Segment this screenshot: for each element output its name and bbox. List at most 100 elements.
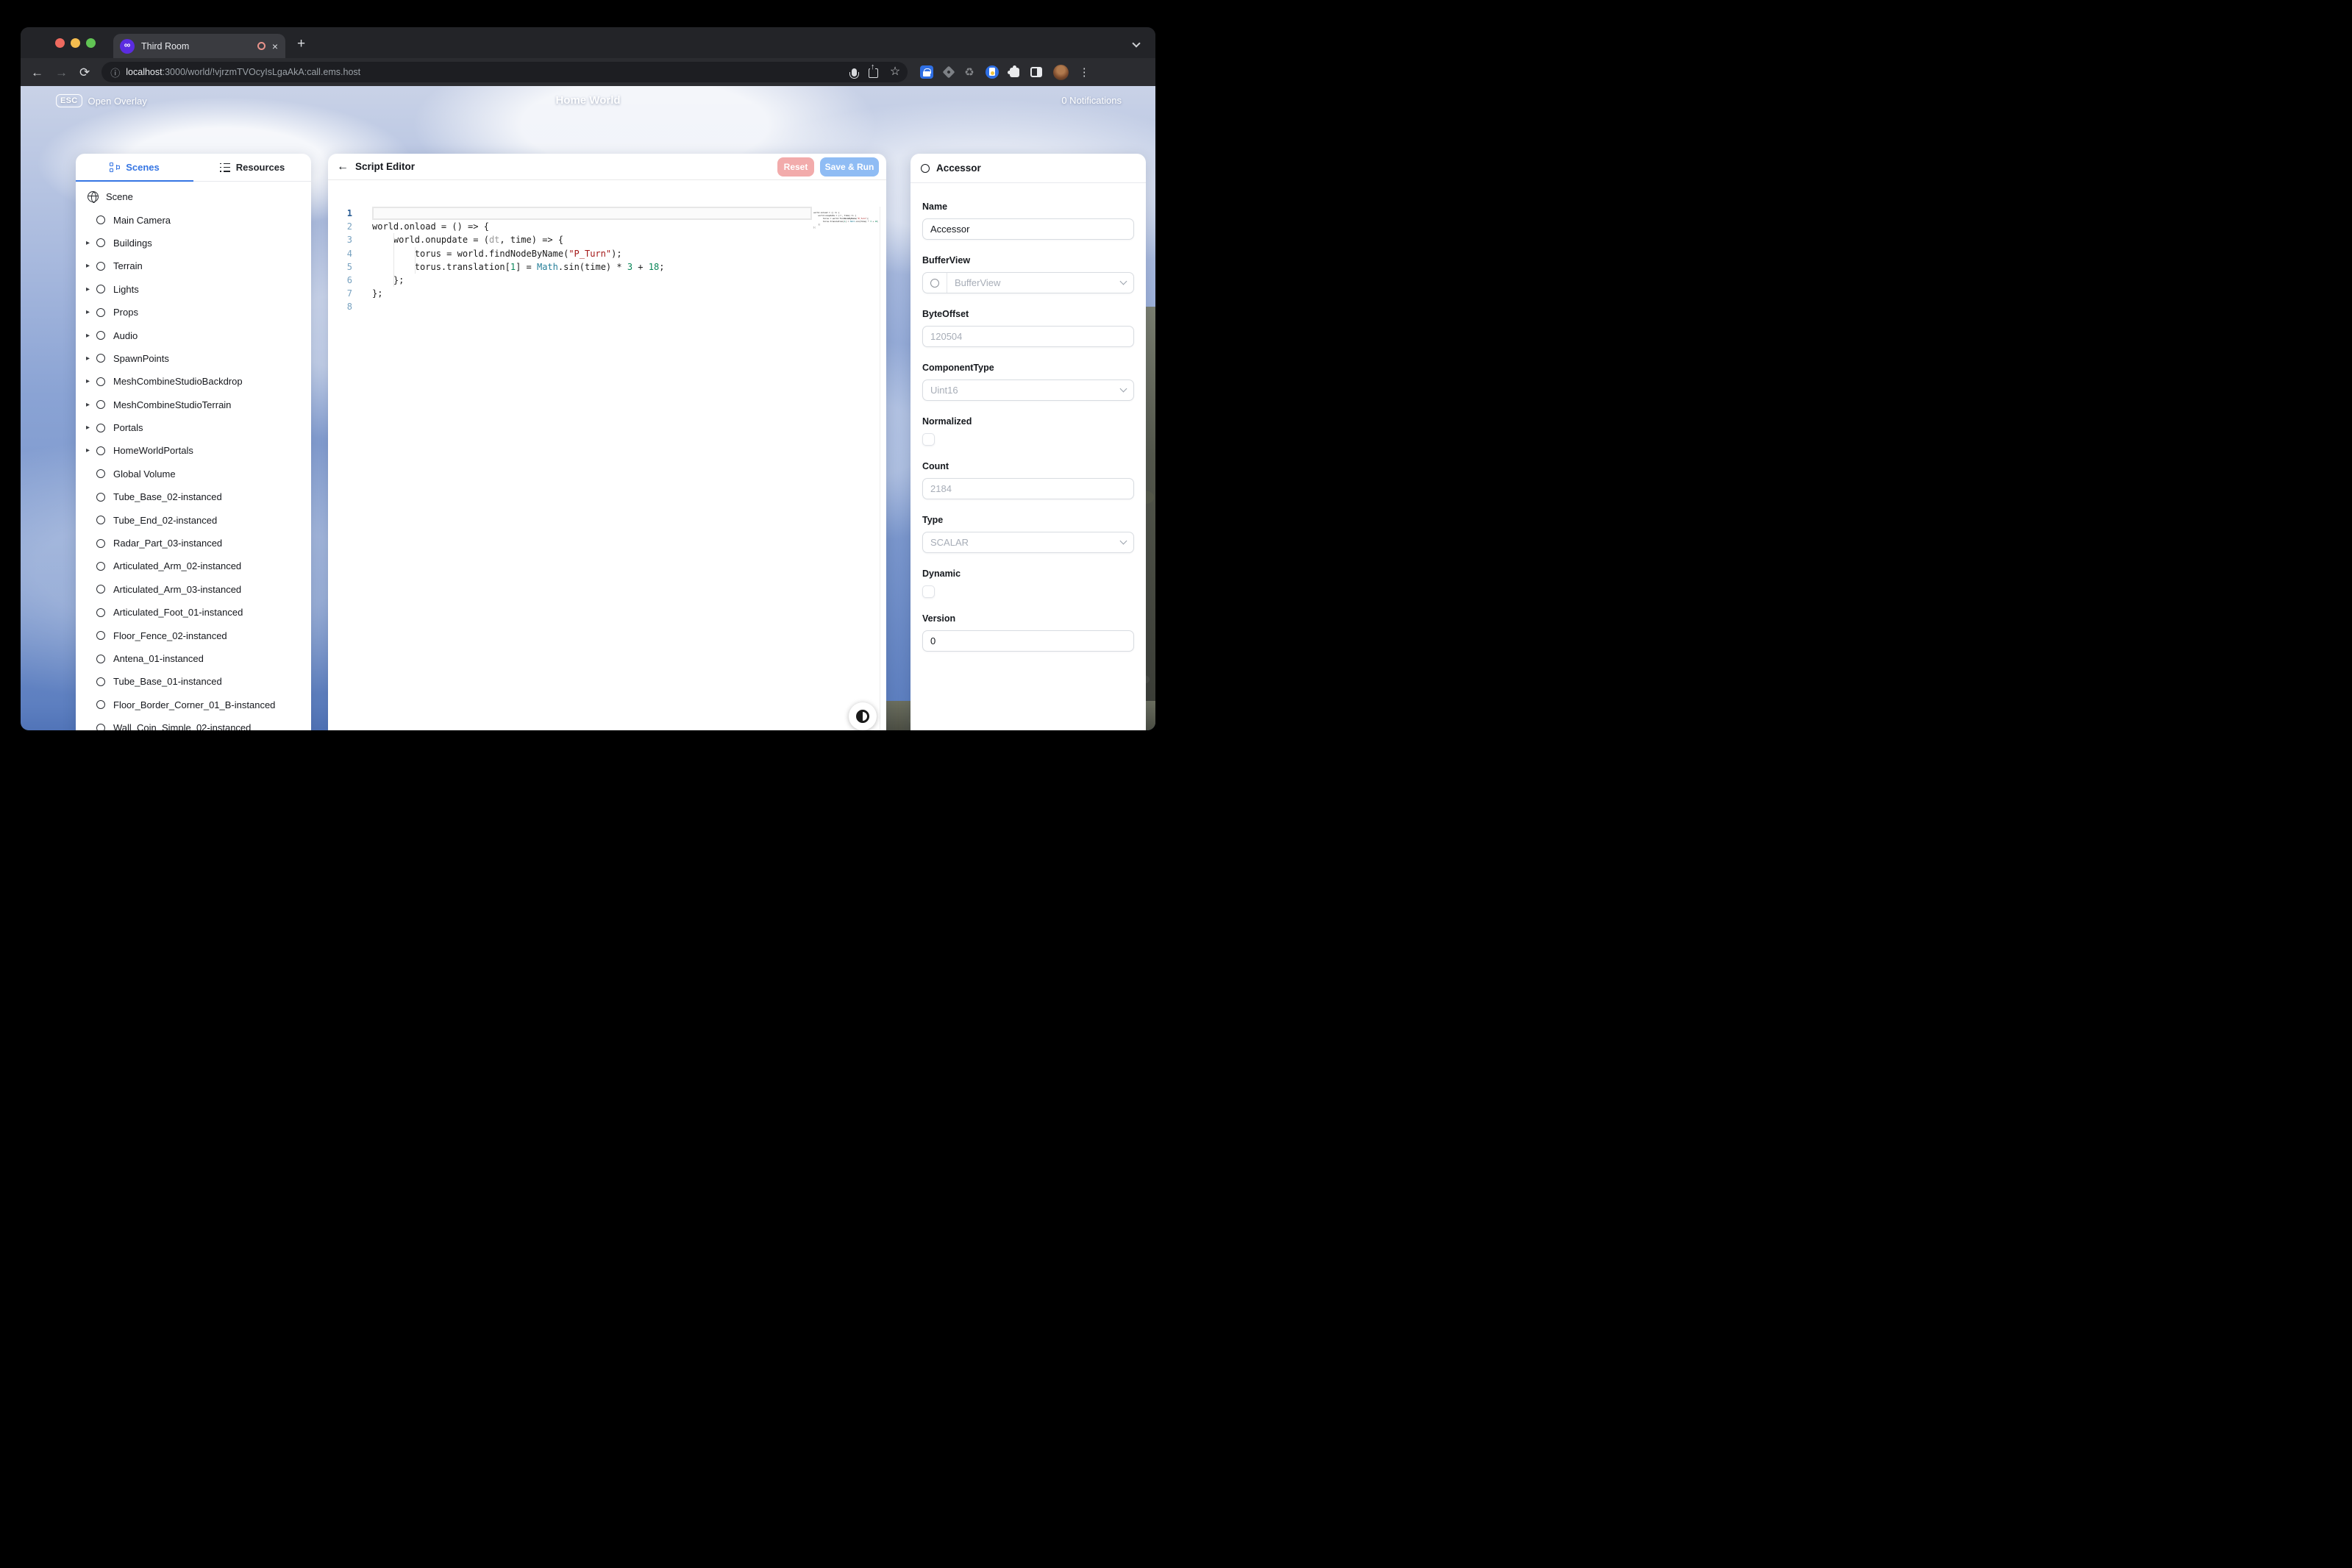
- tree-item-audio[interactable]: ▸Audio: [76, 324, 311, 346]
- script-editor-title: Script Editor: [355, 161, 777, 172]
- name-input[interactable]: Accessor: [922, 218, 1134, 240]
- back-button[interactable]: ←: [31, 66, 43, 79]
- tree-item-radar-part-03-instanced[interactable]: Radar_Part_03-instanced: [76, 532, 311, 555]
- tree-item-spawnpoints[interactable]: ▸SpawnPoints: [76, 347, 311, 370]
- node-circle-icon: [96, 608, 105, 617]
- tab-resources[interactable]: Resources: [193, 154, 311, 181]
- expand-arrow-icon[interactable]: ▸: [86, 424, 96, 432]
- code-line[interactable]: [372, 207, 812, 220]
- macos-zoom-button[interactable]: [86, 38, 96, 48]
- code-line[interactable]: world.onload = () => {: [372, 220, 812, 233]
- count-input[interactable]: 2184: [922, 478, 1134, 499]
- code-editor[interactable]: 12345678 world.onload = () => { world.on…: [328, 180, 886, 730]
- tree-item-label: Tube_Base_02-instanced: [113, 491, 222, 502]
- bookmark-star-icon[interactable]: ☆: [890, 66, 900, 78]
- profile-avatar[interactable]: [1053, 65, 1069, 80]
- expand-arrow-icon[interactable]: ▸: [86, 285, 96, 293]
- node-circle-icon: [96, 424, 105, 432]
- editor-theme-toggle-button[interactable]: [849, 702, 877, 730]
- normalized-checkbox[interactable]: [922, 433, 935, 446]
- tab-scenes[interactable]: Scenes: [76, 154, 193, 181]
- line-number: 4: [328, 247, 363, 260]
- tree-item-global-volume[interactable]: Global Volume: [76, 463, 311, 485]
- bufferview-select[interactable]: BufferView: [922, 272, 1134, 293]
- tree-item-terrain[interactable]: ▸Terrain: [76, 254, 311, 277]
- tree-item-articulated-arm-03-instanced[interactable]: Articulated_Arm_03-instanced: [76, 578, 311, 601]
- expand-arrow-icon[interactable]: ▸: [86, 262, 96, 270]
- tree-item-portals[interactable]: ▸Portals: [76, 416, 311, 439]
- code-line[interactable]: world.onupdate = (dt, time) => {: [372, 233, 812, 246]
- microphone-icon[interactable]: [852, 68, 857, 76]
- expand-arrow-icon[interactable]: ▸: [86, 354, 96, 363]
- share-icon[interactable]: [869, 68, 878, 78]
- tree-item-buildings[interactable]: ▸Buildings: [76, 232, 311, 254]
- chevron-down-icon: [1120, 538, 1127, 545]
- field-label-bufferview: BufferView: [922, 255, 1134, 266]
- extension-document-icon[interactable]: [986, 65, 999, 79]
- expand-arrow-icon[interactable]: ▸: [86, 401, 96, 409]
- expand-arrow-icon[interactable]: ▸: [86, 308, 96, 316]
- tree-item-homeworldportals[interactable]: ▸HomeWorldPortals: [76, 439, 311, 462]
- reload-button[interactable]: ⟳: [79, 66, 90, 79]
- tree-item-main-camera[interactable]: Main Camera: [76, 208, 311, 231]
- tree-item-label: Lights: [113, 284, 139, 295]
- minimap[interactable]: world.onload = () => { world.onupdate = …: [813, 208, 877, 232]
- code-line[interactable]: torus.translation[1] = Math.sin(time) * …: [372, 260, 812, 274]
- tree-item-tube-base-02-instanced[interactable]: Tube_Base_02-instanced: [76, 485, 311, 508]
- componenttype-select[interactable]: Uint16: [922, 379, 1134, 401]
- tree-item-articulated-arm-02-instanced[interactable]: Articulated_Arm_02-instanced: [76, 555, 311, 577]
- forward-button[interactable]: →: [55, 66, 68, 79]
- code-line[interactable]: torus = world.findNodeByName("P_Turn");: [372, 247, 812, 260]
- side-panel-icon[interactable]: [1030, 67, 1042, 77]
- code-line[interactable]: [372, 300, 812, 313]
- version-input[interactable]: 0: [922, 630, 1134, 652]
- tree-root-scene[interactable]: Scene: [76, 185, 311, 208]
- code-token: torus = world.findNodeByName(: [372, 249, 569, 259]
- code-area[interactable]: world.onload = () => { world.onupdate = …: [372, 207, 812, 314]
- expand-arrow-icon[interactable]: ▸: [86, 377, 96, 385]
- tree-item-wall-coin-simple-02-instanced[interactable]: Wall_Coin_Simple_02-instanced: [76, 716, 311, 730]
- browser-tab[interactable]: Third Room ×: [113, 34, 285, 58]
- tree-item-tube-base-01-instanced[interactable]: Tube_Base_01-instanced: [76, 670, 311, 693]
- new-tab-button[interactable]: +: [297, 37, 305, 51]
- tree-item-props[interactable]: ▸Props: [76, 301, 311, 324]
- tree-item-lights[interactable]: ▸ Lights: [76, 278, 311, 301]
- tree-item-articulated-foot-01-instanced[interactable]: Articulated_Foot_01-instanced: [76, 601, 311, 624]
- code-line[interactable]: };: [372, 287, 812, 300]
- expand-arrow-icon[interactable]: ▸: [86, 446, 96, 455]
- byteoffset-input[interactable]: 120504: [922, 326, 1134, 347]
- scene-tree: Scene Main Camera▸Buildings▸Terrain▸Ligh…: [76, 182, 311, 730]
- code-line[interactable]: };: [372, 274, 812, 287]
- site-info-icon[interactable]: ⓘ: [110, 65, 120, 79]
- tree-item-tube-end-02-instanced[interactable]: Tube_End_02-instanced: [76, 508, 311, 531]
- tree-item-floor-fence-02-instanced[interactable]: Floor_Fence_02-instanced: [76, 624, 311, 646]
- macos-minimize-button[interactable]: [71, 38, 80, 48]
- tab-close-icon[interactable]: ×: [272, 41, 278, 51]
- code-token: ] =: [516, 262, 537, 272]
- extension-recycle-icon[interactable]: ♻: [964, 67, 974, 78]
- extensions-puzzle-icon[interactable]: [1010, 68, 1019, 77]
- node-circle-icon: [96, 377, 105, 386]
- tree-item-meshcombinestudiobackdrop[interactable]: ▸MeshCombineStudioBackdrop: [76, 370, 311, 393]
- tree-item-meshcombinestudioterrain[interactable]: ▸MeshCombineStudioTerrain: [76, 393, 311, 416]
- expand-arrow-icon[interactable]: ▸: [86, 239, 96, 247]
- reset-button[interactable]: Reset: [777, 157, 814, 177]
- macos-close-button[interactable]: [55, 38, 65, 48]
- extension-diamond-icon[interactable]: [943, 66, 955, 79]
- tree-item-floor-border-corner-01-b-instanced[interactable]: Floor_Border_Corner_01_B-instanced: [76, 694, 311, 716]
- type-select[interactable]: SCALAR: [922, 532, 1134, 553]
- dynamic-checkbox[interactable]: [922, 585, 935, 598]
- tree-item-antena-01-instanced[interactable]: Antena_01-instanced: [76, 647, 311, 670]
- line-number: 6: [328, 274, 363, 287]
- tab-resources-label: Resources: [236, 162, 285, 173]
- expand-arrow-icon[interactable]: ▸: [86, 332, 96, 340]
- code-token: "P_Turn": [569, 249, 611, 259]
- url-host: localhost: [126, 67, 162, 77]
- tab-search-chevron-icon[interactable]: [1132, 39, 1140, 47]
- address-bar[interactable]: ⓘ localhost:3000/world/!vjrzmTVOcyIsLgaA…: [101, 62, 908, 82]
- notifications-status[interactable]: 0 Notifications: [1061, 95, 1122, 106]
- password-manager-extension-icon[interactable]: [920, 65, 933, 79]
- back-arrow-icon[interactable]: ←: [337, 161, 349, 173]
- browser-menu-icon[interactable]: ⋮: [1079, 67, 1090, 78]
- save-run-button[interactable]: Save & Run: [820, 157, 879, 177]
